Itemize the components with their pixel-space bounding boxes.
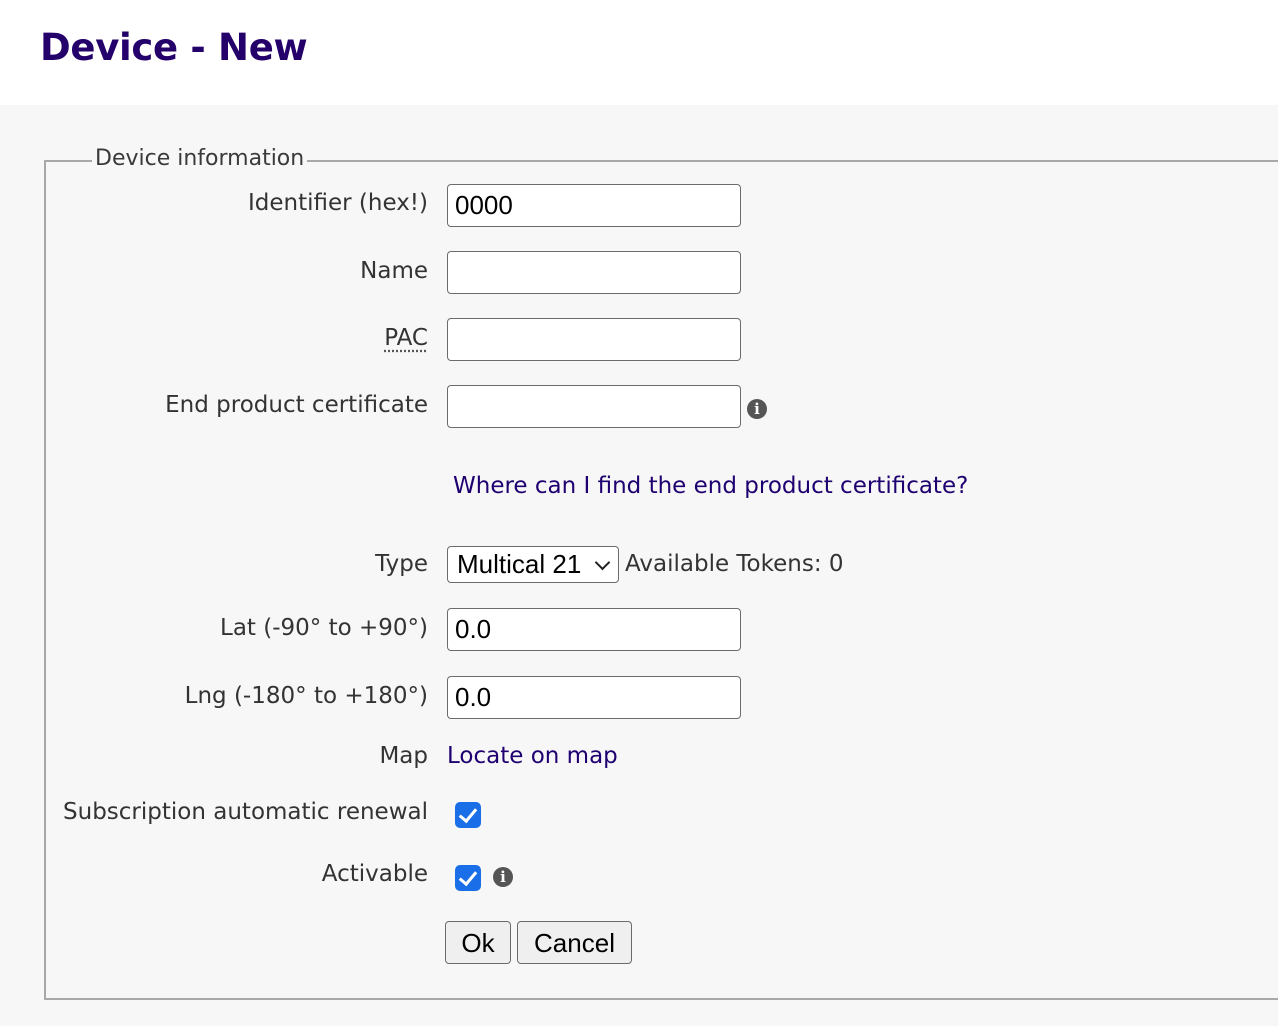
type-select-value: Multical 21 [457, 549, 582, 579]
activable-label: Activable [321, 861, 428, 887]
page-title: Device - New [40, 26, 308, 69]
info-icon[interactable]: i [493, 867, 513, 887]
chevron-down-icon [594, 554, 611, 571]
end-product-certificate-label: End product certificate [165, 392, 428, 418]
pac-label: PAC [384, 325, 428, 351]
fieldset-legend: Device information [92, 146, 308, 171]
certificate-help-link[interactable]: Where can I find the end product certifi… [453, 473, 968, 499]
lat-input[interactable] [447, 608, 741, 651]
end-product-certificate-input[interactable] [447, 385, 741, 428]
map-label: Map [379, 743, 428, 769]
pac-input[interactable] [447, 318, 741, 361]
subscription-renewal-checkbox[interactable] [455, 802, 481, 828]
available-tokens: Available Tokens: 0 [625, 551, 844, 577]
lat-label: Lat (-90° to +90°) [220, 615, 428, 641]
lng-label: Lng (-180° to +180°) [184, 683, 428, 709]
activable-checkbox[interactable] [455, 865, 481, 891]
name-label: Name [360, 258, 428, 284]
page-header: Device - New [0, 0, 1278, 105]
info-icon[interactable]: i [747, 399, 767, 419]
type-select[interactable]: Multical 21 [447, 546, 619, 583]
identifier-input[interactable] [447, 184, 741, 227]
type-label: Type [375, 551, 428, 577]
lng-input[interactable] [447, 676, 741, 719]
locate-on-map-link[interactable]: Locate on map [447, 743, 618, 769]
identifier-label: Identifier (hex!) [247, 190, 428, 216]
ok-button[interactable]: Ok [445, 921, 511, 964]
cancel-button[interactable]: Cancel [517, 921, 632, 964]
subscription-renewal-label: Subscription automatic renewal [63, 799, 428, 825]
name-input[interactable] [447, 251, 741, 294]
